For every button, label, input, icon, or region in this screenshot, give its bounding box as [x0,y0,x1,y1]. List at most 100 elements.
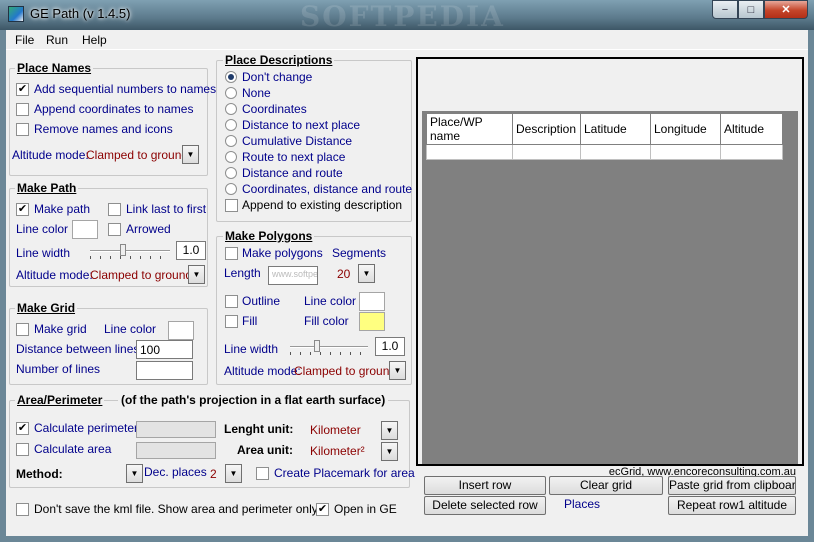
poly-width-value[interactable]: 1.0 [375,337,405,356]
area-unit-dropdown[interactable]: ▼ [381,442,398,461]
minimize-button[interactable]: − [712,0,738,19]
insert-row-button[interactable]: Insert row [424,476,546,495]
title-bar[interactable]: SOFTPEDIA GE Path (v 1.4.5) − □ ✕ [0,0,814,33]
method-label: Method: [16,467,63,481]
remove-names-label: Remove names and icons [34,122,173,136]
menu-bar: File Run Help [6,30,808,50]
area-subtitle: (of the path's projection in a flat eart… [118,393,389,407]
app-icon [8,6,24,22]
menu-run[interactable]: Run [46,33,68,47]
create-placemark-checkbox[interactable] [256,467,269,480]
make-grid-checkbox[interactable] [16,323,29,336]
dec-places-value[interactable]: 2 [210,467,217,481]
table-row[interactable] [426,144,783,160]
make-polygons-checkbox[interactable] [225,247,238,260]
append-desc-label: Append to existing description [242,198,403,212]
make-path-checkbox[interactable]: ✔ [16,203,29,216]
path-line-color-label: Line color [16,222,69,236]
path-line-width-label: Line width [16,246,71,260]
append-desc-checkbox[interactable] [225,199,238,212]
poly-altitude-label: Altitude mode: [224,364,301,378]
sequential-checkbox[interactable]: ✔ [16,83,29,96]
fill-checkbox[interactable] [225,315,238,328]
number-lines-label: Number of lines [16,362,101,376]
path-line-color-swatch[interactable] [72,220,98,239]
altitude-value[interactable]: Clamped to ground [86,148,188,162]
desc-option-radio[interactable] [225,167,237,179]
dont-save-checkbox[interactable] [16,503,29,516]
link-last-checkbox[interactable] [108,203,121,216]
desc-option-label: Don't change [242,70,313,84]
length-label: Length [224,266,261,280]
link-last-label: Link last to first [126,202,207,216]
arrowed-label: Arrowed [126,222,171,236]
desc-option-radio[interactable] [225,183,237,195]
grid-header[interactable]: Altitude [720,113,783,145]
maximize-button[interactable]: □ [738,0,764,19]
outline-checkbox[interactable] [225,295,238,308]
poly-altitude-dropdown[interactable]: ▼ [389,361,406,380]
segments-value[interactable]: 20 [337,267,350,281]
segments-dropdown[interactable]: ▼ [358,264,375,283]
desc-option-radio[interactable] [225,87,237,99]
length-unit-dropdown[interactable]: ▼ [381,421,398,440]
place-desc-title: Place Descriptions [223,53,335,67]
desc-option-radio[interactable] [225,71,237,83]
desc-option-radio[interactable] [225,103,237,115]
calc-area-label: Calculate area [34,442,112,456]
sequential-label: Add sequential numbers to names [34,82,217,96]
length-input[interactable]: www.softpedia.com [268,266,318,285]
grid-header[interactable]: Place/WP name [426,113,513,145]
poly-line-color-swatch[interactable] [359,292,385,311]
app-window: SOFTPEDIA GE Path (v 1.4.5) − □ ✕ File R… [0,0,814,542]
number-lines-input[interactable] [136,361,193,380]
length-unit-value[interactable]: Kilometer [310,423,361,437]
delete-row-button[interactable]: Delete selected row [424,496,546,515]
poly-altitude-value[interactable]: Clamped to ground [294,364,396,378]
segments-label: Segments [332,246,387,260]
desc-option-label: Coordinates, distance and route [242,182,413,196]
path-altitude-value[interactable]: Clamped to ground [90,268,192,282]
fill-color-swatch[interactable] [359,312,385,331]
fill-color-label: Fill color [304,314,349,328]
append-coords-checkbox[interactable] [16,103,29,116]
grid-table[interactable]: Place/WP name Description Latitude Longi… [426,113,783,160]
grid-header[interactable]: Description [512,113,581,145]
watermark: SOFTPEDIA [300,0,505,33]
poly-width-slider[interactable] [290,340,368,355]
calc-area-checkbox[interactable] [16,443,29,456]
remove-names-checkbox[interactable] [16,123,29,136]
desc-option-radio[interactable] [225,135,237,147]
grid-panel: Place/WP name Description Latitude Longi… [416,57,804,466]
area-unit-value[interactable]: Kilometer² [310,444,365,458]
clear-grid-button[interactable]: Clear grid [549,476,663,495]
distance-input[interactable]: 100 [136,340,193,359]
open-ge-checkbox[interactable]: ✔ [316,503,329,516]
altitude-dropdown[interactable]: ▼ [182,145,199,164]
desc-option-label: Distance and route [242,166,343,180]
path-width-slider[interactable] [90,244,170,259]
calc-perimeter-checkbox[interactable]: ✔ [16,422,29,435]
repeat-altitude-button[interactable]: Repeat row1 altitude [668,496,796,515]
data-grid[interactable]: Place/WP name Description Latitude Longi… [422,111,798,464]
paste-grid-button[interactable]: Paste grid from clipboard [668,476,796,495]
desc-option-radio[interactable] [225,119,237,131]
close-button[interactable]: ✕ [764,0,808,19]
arrowed-checkbox[interactable] [108,223,121,236]
grid-header[interactable]: Latitude [580,113,651,145]
grid-line-color-swatch[interactable] [168,321,194,340]
desc-option-radio[interactable] [225,151,237,163]
perimeter-result [136,421,216,438]
dec-places-dropdown[interactable]: ▼ [225,464,242,483]
method-dropdown[interactable]: ▼ [126,464,143,483]
grid-header[interactable]: Longitude [650,113,721,145]
outline-label: Outline [242,294,281,308]
menu-help[interactable]: Help [82,33,107,47]
menu-file[interactable]: File [15,33,34,47]
poly-line-color-label: Line color [304,294,357,308]
area-unit-label: Area unit: [237,443,294,457]
path-width-value[interactable]: 1.0 [176,241,206,260]
calc-perimeter-label: Calculate perimeter [34,421,139,435]
area-result [136,442,216,459]
path-altitude-dropdown[interactable]: ▼ [188,265,205,284]
